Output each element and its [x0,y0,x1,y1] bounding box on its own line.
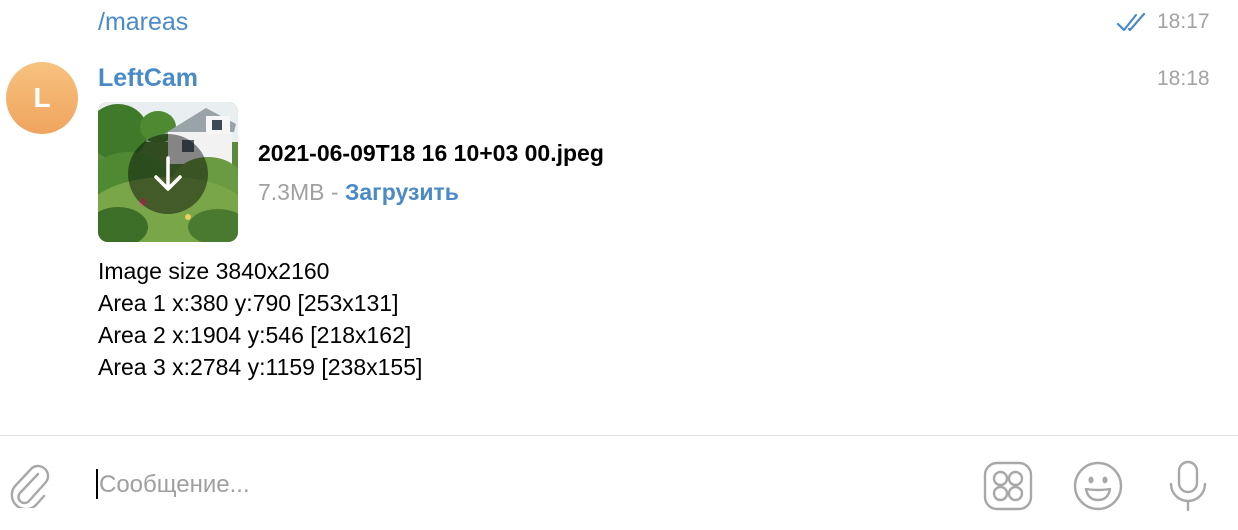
emoji-icon[interactable] [1072,460,1124,512]
message-input[interactable] [99,465,959,505]
double-check-icon [1116,12,1146,32]
file-size: 7.3MB [258,179,325,205]
download-link[interactable]: Загрузить [345,179,459,205]
download-button[interactable] [128,134,208,214]
message-line: Area 1 x:380 y:790 [253x131] [98,290,399,316]
message-line: Area 2 x:1904 y:546 [218x162] [98,322,412,348]
message-time: 18:17 [1157,10,1210,33]
command-message-text[interactable]: /mareas [98,8,188,37]
chat-view: /mareas 18:17 L LeftCam 18:18 2021-06-09… [0,0,1238,530]
paperclip-icon[interactable] [8,460,52,508]
message-time: 18:18 [1157,67,1210,90]
text-cursor [96,469,98,499]
message-line: Area 3 x:2784 y:1159 [238x155] [98,354,423,380]
file-meta-separator: - [324,179,345,205]
microphone-icon[interactable] [1162,460,1214,512]
message-body: Image size 3840x2160 Area 1 x:380 y:790 … [98,255,422,383]
stickers-icon[interactable] [982,460,1034,512]
file-meta: 7.3MB - Загрузить [258,179,459,206]
file-name[interactable]: 2021-06-09T18 16 10+03 00.jpeg [258,140,604,167]
sender-name[interactable]: LeftCam [98,64,198,93]
composer-divider [0,435,1238,436]
message-line: Image size 3840x2160 [98,258,330,284]
avatar[interactable]: L [6,62,78,134]
download-arrow-icon [154,156,182,191]
file-thumbnail[interactable] [98,102,238,242]
